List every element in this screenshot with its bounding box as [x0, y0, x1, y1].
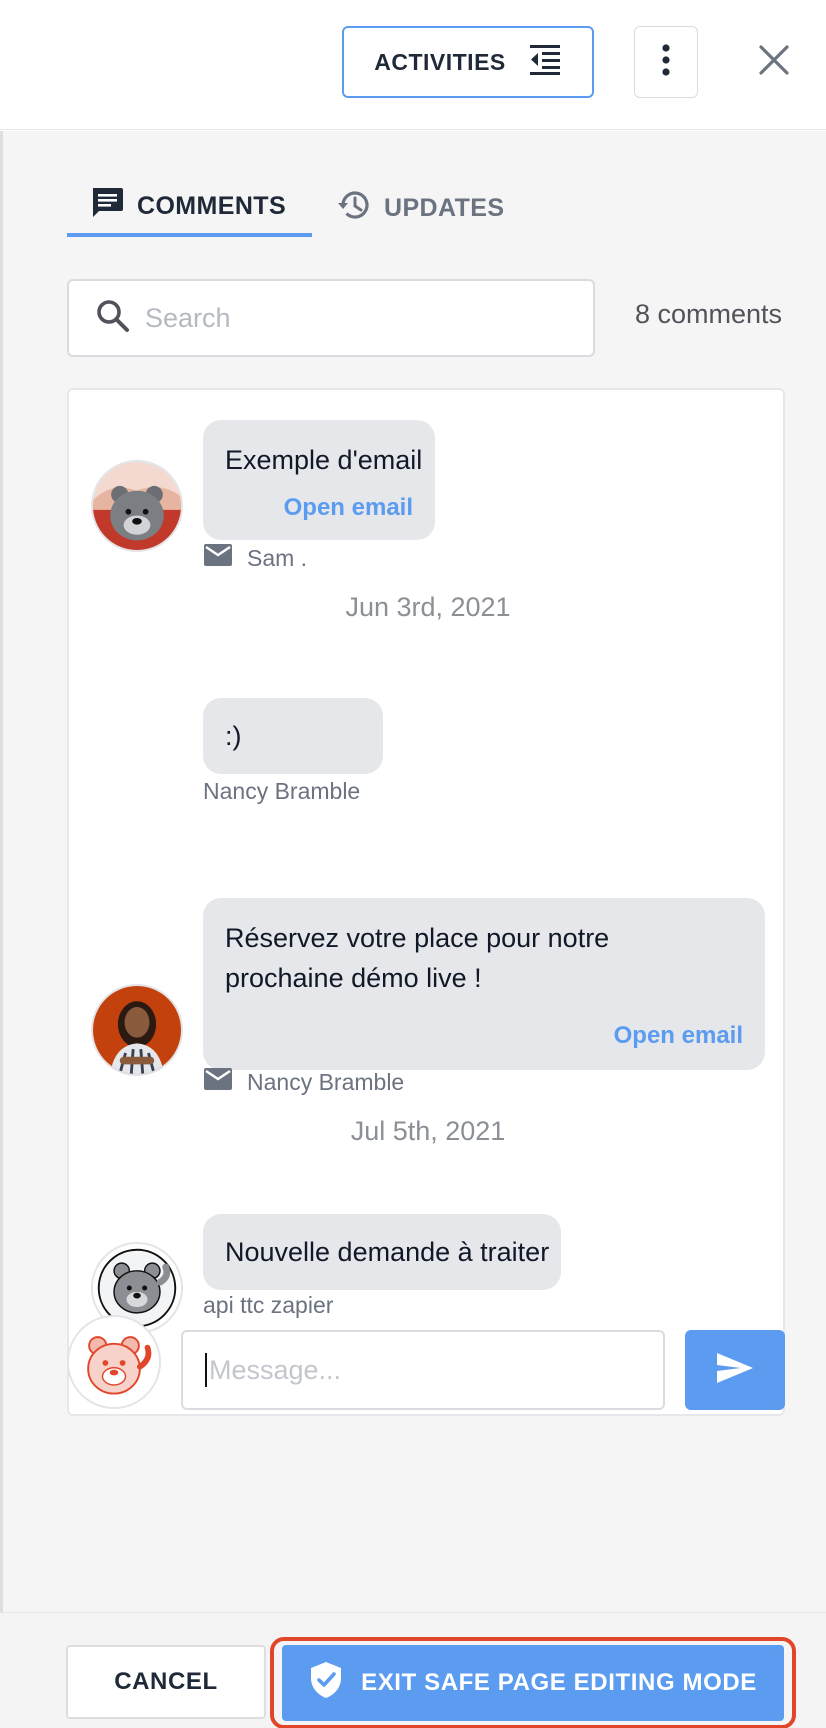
history-icon: [336, 187, 372, 230]
message-bubble: Nouvelle demande à traiter: [203, 1214, 561, 1290]
send-button[interactable]: [685, 1330, 785, 1410]
search-input[interactable]: [145, 302, 565, 334]
message-bubble: :): [203, 698, 383, 774]
search-icon: [95, 298, 131, 339]
woman-avatar-photo: [91, 984, 183, 1076]
message-text: Nouvelle demande à traiter: [225, 1237, 550, 1267]
tab-comments-label: COMMENTS: [137, 191, 287, 220]
activities-button[interactable]: ACTIVITIES: [342, 26, 594, 98]
message-author: Nancy Bramble: [247, 1068, 405, 1095]
message-meta: Nancy Bramble: [203, 1066, 404, 1098]
open-email-link[interactable]: Open email: [284, 488, 413, 528]
message-text: Réservez votre place pour notre prochain…: [225, 918, 609, 998]
exit-safe-mode-label: EXIT SAFE PAGE EDITING MODE: [361, 1669, 757, 1696]
tab-bar: COMMENTS UPDATES: [67, 179, 504, 237]
cancel-button[interactable]: CANCEL: [66, 1645, 266, 1719]
comment-icon: [89, 185, 125, 228]
date-separator: Jul 5th, 2021: [350, 1116, 506, 1146]
close-icon: [759, 44, 789, 80]
indent-list-icon: [528, 42, 562, 82]
mail-icon: [203, 542, 233, 574]
activities-label: ACTIVITIES: [374, 48, 506, 75]
message-meta: Nancy Bramble: [203, 778, 360, 805]
bear-avatar-red: [67, 1315, 161, 1409]
activity-panel: COMMENTS UPDATES 8 comments: [0, 131, 826, 1612]
top-bar: ACTIVITIES: [0, 0, 826, 130]
comment-count: 8 comments: [634, 299, 782, 329]
message-meta: api ttc zapier: [203, 1292, 333, 1319]
exit-safe-mode-button[interactable]: EXIT SAFE PAGE EDITING MODE: [282, 1645, 784, 1721]
date-separator: Jun 3rd, 2021: [345, 592, 511, 622]
shield-check-icon: [309, 1661, 343, 1706]
message-author: Nancy Bramble: [203, 778, 361, 804]
bear-avatar-photo: [91, 460, 183, 552]
message-field: [181, 1330, 665, 1410]
more-vertical-icon: [661, 43, 671, 82]
message-author: Sam .: [247, 544, 308, 571]
mail-icon: [203, 1066, 233, 1098]
message-text: :): [225, 721, 242, 751]
tab-updates-label: UPDATES: [384, 193, 505, 222]
open-email-link[interactable]: Open email: [614, 1016, 743, 1056]
tab-comments[interactable]: COMMENTS: [67, 179, 312, 237]
footer-bar: CANCEL EXIT SAFE PAGE EDITING MODE: [0, 1612, 826, 1728]
close-button[interactable]: [752, 40, 796, 84]
message-text-line: prochaine démo live !: [225, 963, 482, 993]
message-text: Exemple d'email: [225, 445, 423, 475]
message-bubble: Exemple d'email Open email: [203, 420, 435, 540]
cancel-label: CANCEL: [114, 1668, 218, 1695]
message-author: api ttc zapier: [203, 1292, 334, 1318]
text-caret: [205, 1353, 207, 1387]
message-input[interactable]: [209, 1354, 629, 1386]
message-bubble: Réservez votre place pour notre prochain…: [203, 898, 765, 1070]
message-text-line: Réservez votre place pour notre: [225, 923, 610, 953]
message-meta: Sam .: [203, 542, 307, 574]
comment-feed[interactable]: Exemple d'email Open email Sam . Jun 3rd…: [67, 388, 785, 1416]
search-field: [67, 279, 595, 357]
more-options-button[interactable]: [634, 26, 698, 98]
send-icon: [715, 1351, 755, 1390]
tab-updates[interactable]: UPDATES: [312, 179, 504, 237]
